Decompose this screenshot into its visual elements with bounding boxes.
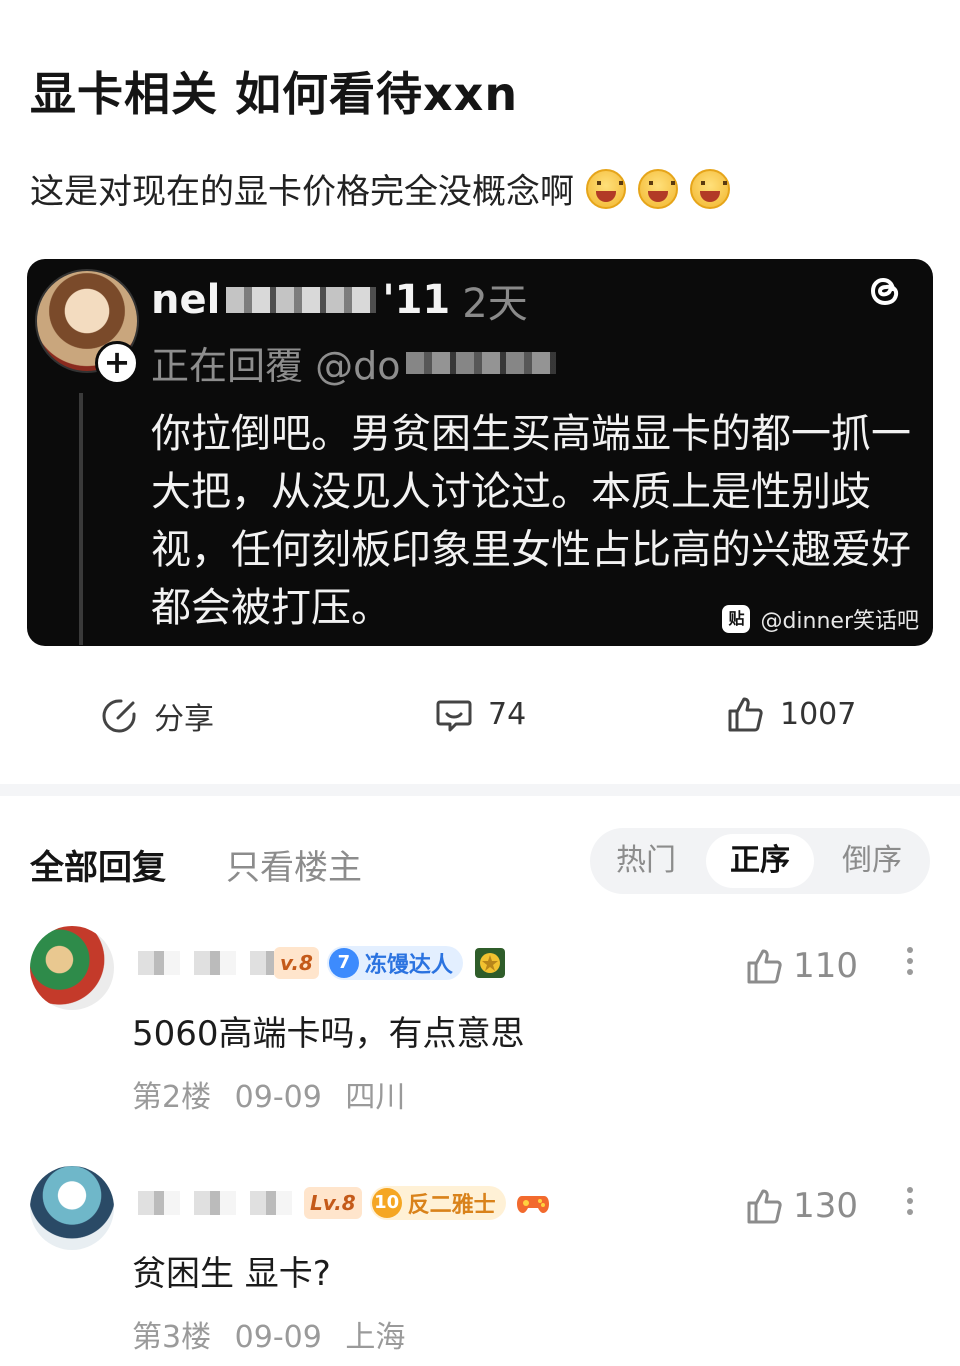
embedded-screenshot-image[interactable]: + nel '11 2天 正在回覆 @do 你拉倒吧。男贫困生买高端显卡的都一抓… [27, 259, 933, 646]
post-body-text: 这是对现在的显卡价格完全没概念啊 [30, 172, 574, 212]
comment-location: 上海 [345, 1320, 406, 1355]
share-icon [102, 699, 136, 733]
grinning-squint-emoji-icon [638, 168, 678, 209]
comment-like-button[interactable]: 110 [745, 946, 858, 986]
comment-user-badges: v.8 7 冻馒达人 [124, 946, 507, 980]
blurred-username [124, 1191, 304, 1215]
medal-icon [474, 948, 505, 978]
gamepad-icon [516, 1196, 549, 1213]
comment-item: v.8 7 冻馒达人 110 5060高端卡吗，有点意思 第2楼 09-09 四… [0, 926, 960, 1126]
thumbs-up-icon [728, 697, 763, 732]
avatar[interactable] [30, 1166, 114, 1250]
grinning-squint-emoji-icon [690, 168, 730, 209]
tab-op-only[interactable]: 只看楼主 [226, 840, 362, 889]
comment-meta: 第2楼 09-09 四川 [132, 1072, 419, 1116]
post-actions: 分享 74 1007 [0, 694, 960, 754]
like-button[interactable]: 1007 [726, 694, 856, 734]
follow-plus-icon: + [95, 341, 139, 385]
section-divider [0, 784, 960, 796]
comment-item: Lv.8 10 反二雅士 130 贫困生 显卡? 第3楼 09-09 上海 [0, 1166, 960, 1366]
tieba-icon: 贴 [722, 605, 751, 633]
comment-icon [436, 700, 472, 732]
sort-toggle: 热门 正序 倒序 [590, 828, 930, 894]
honor-badge: 7 冻馒达人 [326, 946, 463, 980]
blurred-handle [406, 351, 557, 374]
comment-date: 09-09 [234, 1080, 322, 1115]
thumbs-up-icon [747, 949, 782, 984]
comment-location: 四川 [345, 1080, 406, 1115]
share-button[interactable]: 分享 [100, 694, 214, 738]
floor-number: 第3楼 [132, 1320, 212, 1355]
comment-meta: 第3楼 09-09 上海 [132, 1312, 419, 1356]
post-title: 显卡相关 如何看待xxn [30, 67, 519, 121]
comment-text: 5060高端卡吗，有点意思 [132, 1014, 525, 1054]
more-options-icon[interactable] [900, 942, 920, 982]
more-options-icon[interactable] [900, 1182, 920, 1222]
sort-hot[interactable]: 热门 [596, 834, 696, 888]
floor-number: 第2楼 [132, 1080, 212, 1115]
sort-descending[interactable]: 倒序 [822, 834, 922, 888]
blurred-username [124, 951, 274, 975]
comment-user-badges: Lv.8 10 反二雅士 [124, 1186, 550, 1220]
reply-tabs: 全部回复 只看楼主 热门 正序 倒序 [0, 826, 960, 896]
thread-line [79, 393, 83, 645]
grinning-squint-emoji-icon [586, 168, 626, 209]
comment-button[interactable]: 74 [434, 694, 526, 734]
honor-badge: 10 反二雅士 [369, 1186, 506, 1220]
screenshot-time: 2天 [462, 281, 528, 327]
avatar[interactable] [30, 926, 114, 1010]
level-badge: v.8 [274, 947, 319, 979]
tab-all-replies[interactable]: 全部回复 [30, 840, 166, 889]
comment-like-button[interactable]: 130 [745, 1186, 858, 1226]
screenshot-replying-to: 正在回覆 @do [151, 335, 562, 390]
thumbs-up-icon [747, 1189, 782, 1224]
screenshot-username: nel '11 2天 [151, 271, 528, 329]
comment-date: 09-09 [234, 1320, 322, 1355]
post-body: 这是对现在的显卡价格完全没概念啊 [30, 164, 730, 213]
watermark: 贴 @dinner笑话吧 [722, 603, 919, 635]
sort-ascending[interactable]: 正序 [706, 834, 814, 888]
blurred-name [226, 287, 377, 313]
threads-logo-icon [870, 277, 899, 306]
level-badge: Lv.8 [304, 1187, 362, 1219]
comment-text: 贫困生 显卡? [132, 1254, 331, 1294]
